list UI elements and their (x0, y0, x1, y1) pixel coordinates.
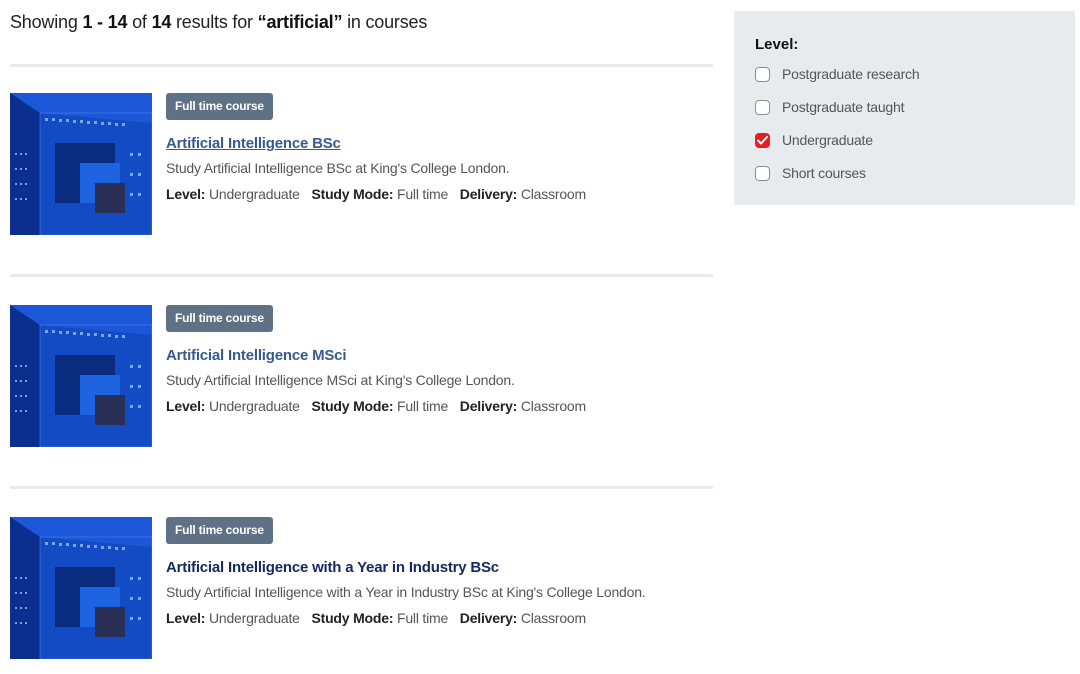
level-value: Undergraduate (208, 398, 300, 414)
summary-prefix: Showing (10, 12, 78, 32)
level-key: Level: (166, 610, 206, 626)
result-item: Full time course Artificial Intelligence… (10, 93, 713, 235)
course-thumbnail-image[interactable] (10, 305, 152, 447)
filter-option-label: Undergraduate (782, 132, 873, 148)
course-description: Study Artificial Intelligence with a Yea… (166, 584, 646, 600)
filter-option-short-courses[interactable]: Short courses (755, 163, 866, 183)
summary-results-for: results for (176, 12, 253, 32)
filter-option-label: Postgraduate taught (782, 99, 905, 115)
summary-range: 1 - 14 (82, 12, 128, 32)
summary-of: of (132, 12, 147, 32)
level-key: Level: (166, 398, 206, 414)
course-thumbnail-image[interactable] (10, 517, 152, 659)
study-mode-value: Full time (396, 398, 449, 414)
filter-option-label: Short courses (782, 165, 866, 181)
course-type-badge: Full time course (166, 305, 273, 332)
course-type-badge: Full time course (166, 517, 273, 544)
course-title-link[interactable]: Artificial Intelligence with a Year in I… (166, 559, 499, 576)
study-mode-value: Full time (396, 610, 449, 626)
filter-option-postgraduate-taught[interactable]: Postgraduate taught (755, 97, 904, 117)
level-filter-panel: Level: Postgraduate research Postgraduat… (734, 11, 1075, 205)
divider (10, 486, 713, 489)
course-title-link[interactable]: Artificial Intelligence MSci (166, 347, 346, 364)
delivery-key: Delivery: (459, 398, 518, 414)
checkbox[interactable] (755, 66, 770, 82)
course-title-link[interactable]: Artificial Intelligence BSc (166, 135, 341, 152)
summary-suffix: in courses (347, 12, 428, 32)
checkbox[interactable] (755, 165, 770, 181)
study-mode-value: Full time (396, 186, 449, 202)
checkbox-checked[interactable] (755, 132, 770, 148)
study-mode-key: Study Mode: (311, 186, 394, 202)
course-description: Study Artificial Intelligence BSc at Kin… (166, 160, 510, 176)
checkmark-icon (757, 135, 768, 144)
filter-option-postgraduate-research[interactable]: Postgraduate research (755, 64, 920, 84)
divider (10, 64, 713, 67)
course-meta: Level: Undergraduate Study Mode: Full ti… (166, 610, 586, 626)
filter-option-undergraduate[interactable]: Undergraduate (755, 130, 873, 150)
filter-option-label: Postgraduate research (782, 66, 920, 82)
level-value: Undergraduate (208, 610, 300, 626)
result-item: Full time course Artificial Intelligence… (10, 517, 713, 659)
level-key: Level: (166, 186, 206, 202)
results-summary: Showing 1 - 14 of 14 results for “artifi… (10, 12, 427, 33)
level-value: Undergraduate (208, 186, 300, 202)
delivery-key: Delivery: (459, 186, 518, 202)
filter-title: Level: (755, 36, 799, 53)
delivery-key: Delivery: (459, 610, 518, 626)
course-meta: Level: Undergraduate Study Mode: Full ti… (166, 186, 586, 202)
study-mode-key: Study Mode: (311, 398, 394, 414)
course-meta: Level: Undergraduate Study Mode: Full ti… (166, 398, 586, 414)
summary-query: “artificial” (257, 12, 343, 32)
checkbox[interactable] (755, 99, 770, 115)
course-thumbnail-image[interactable] (10, 93, 152, 235)
delivery-value: Classroom (520, 398, 586, 414)
delivery-value: Classroom (520, 610, 586, 626)
course-description: Study Artificial Intelligence MSci at Ki… (166, 372, 515, 388)
study-mode-key: Study Mode: (311, 610, 394, 626)
result-item: Full time course Artificial Intelligence… (10, 305, 713, 447)
delivery-value: Classroom (520, 186, 586, 202)
course-type-badge: Full time course (166, 93, 273, 120)
summary-total: 14 (151, 12, 172, 32)
divider (10, 274, 713, 277)
